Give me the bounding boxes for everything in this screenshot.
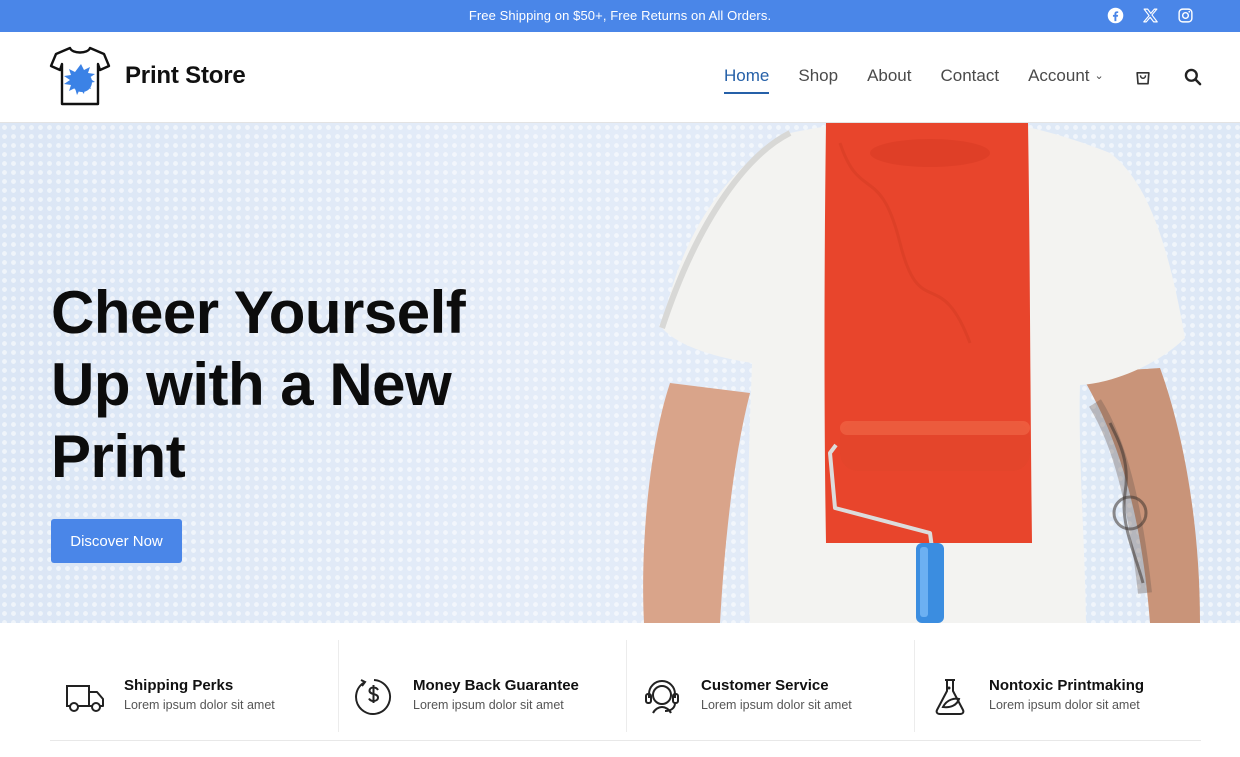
instagram-icon[interactable] (1177, 7, 1194, 24)
announcement-bar: Free Shipping on $50+, Free Returns on A… (0, 0, 1240, 32)
discover-now-button[interactable]: Discover Now (51, 519, 182, 563)
nav-account[interactable]: Account ⌄ (1028, 66, 1104, 86)
chevron-down-icon: ⌄ (1094, 70, 1104, 82)
nav-home[interactable]: Home (724, 66, 770, 94)
feature-money-back: Money Back Guarantee Lorem ipsum dolor s… (338, 640, 626, 732)
headset-icon (641, 676, 683, 718)
site-header: Print Store Home Shop About Contact Acco… (0, 32, 1240, 123)
hero-image (640, 123, 1240, 623)
feature-text: Lorem ipsum dolor sit amet (413, 698, 564, 712)
nav-about[interactable]: About (867, 66, 911, 86)
facebook-icon[interactable] (1107, 7, 1124, 24)
nav-contact[interactable]: Contact (941, 66, 1000, 86)
nav-account-label: Account (1028, 66, 1090, 85)
feature-text: Lorem ipsum dolor sit amet (124, 698, 275, 712)
features-strip: Shipping Perks Lorem ipsum dolor sit ame… (50, 640, 1201, 741)
x-icon[interactable] (1142, 7, 1159, 24)
feature-text: Lorem ipsum dolor sit amet (989, 698, 1140, 712)
announcement-text: Free Shipping on $50+, Free Returns on A… (468, 8, 772, 23)
brand-name[interactable]: Print Store (125, 62, 246, 90)
feature-title: Shipping Perks (124, 677, 234, 694)
feature-customer-service: Customer Service Lorem ipsum dolor sit a… (626, 640, 914, 732)
main-nav: Home Shop About Contact Account ⌄ (724, 66, 1133, 94)
truck-icon (64, 676, 106, 718)
feature-title: Money Back Guarantee (413, 677, 579, 694)
feature-text: Lorem ipsum dolor sit amet (701, 698, 852, 712)
hero-headline-line-2: Up with a New (51, 351, 452, 418)
feature-nontoxic-printmaking: Nontoxic Printmaking Lorem ipsum dolor s… (914, 640, 1201, 732)
money-back-icon (353, 676, 395, 718)
hero-banner: Cheer Yourself Up with a New Print Disco… (0, 123, 1240, 623)
hero-headline: Cheer Yourself Up with a New Print (51, 277, 571, 493)
hero-headline-line-3: Print (51, 423, 186, 490)
search-icon[interactable] (1183, 67, 1203, 87)
social-links (1107, 7, 1194, 24)
feature-shipping-perks: Shipping Perks Lorem ipsum dolor sit ame… (50, 640, 338, 732)
nav-shop[interactable]: Shop (798, 66, 838, 86)
hero-headline-line-1: Cheer Yourself (51, 279, 466, 346)
cart-icon[interactable] (1133, 67, 1153, 87)
logo[interactable] (48, 44, 112, 108)
feature-title: Customer Service (701, 677, 829, 694)
flask-leaf-icon (929, 676, 971, 718)
feature-title: Nontoxic Printmaking (989, 677, 1145, 694)
